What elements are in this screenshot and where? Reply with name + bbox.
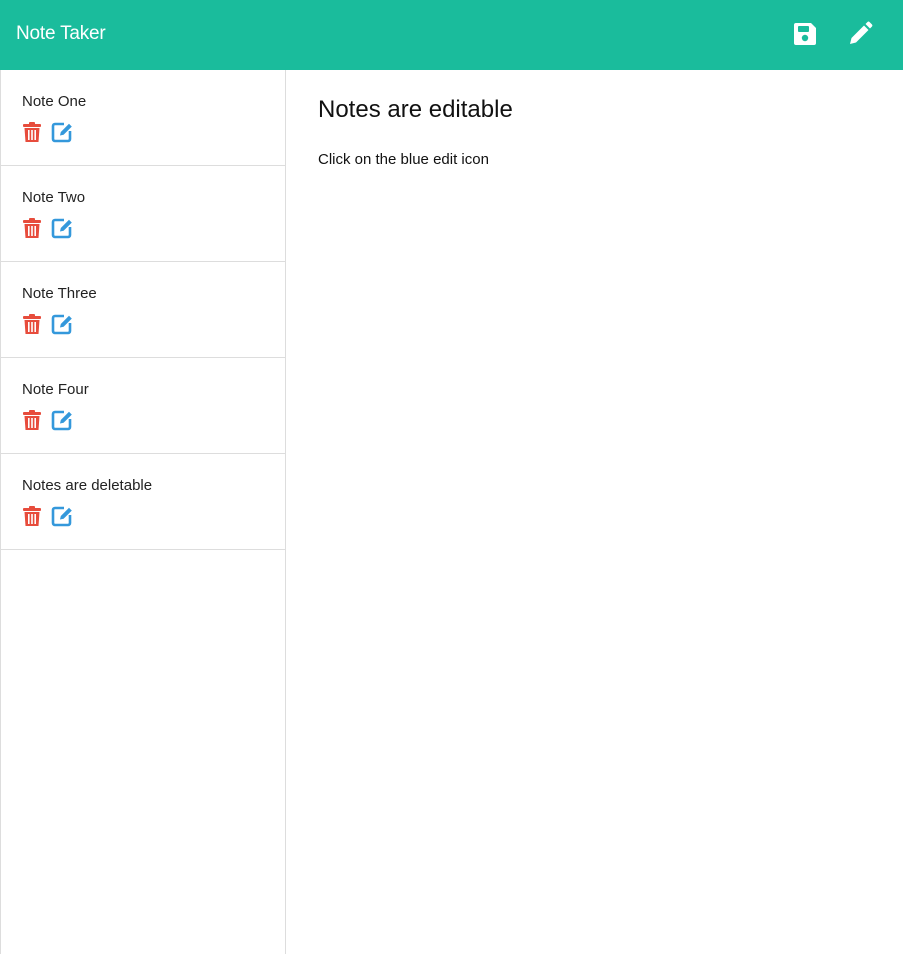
- edit-icon: [51, 314, 72, 335]
- delete-note-button[interactable]: [21, 217, 43, 239]
- note-list-item[interactable]: Note One: [1, 70, 285, 166]
- note-title[interactable]: Note Four: [22, 381, 89, 398]
- note-text-field[interactable]: Click on the blue edit icon: [318, 151, 489, 168]
- edit-icon: [51, 410, 72, 431]
- trash-icon: [23, 218, 41, 238]
- delete-note-button[interactable]: [21, 409, 43, 431]
- note-title[interactable]: Note Two: [22, 189, 85, 206]
- edit-icon: [51, 122, 72, 143]
- trash-icon: [23, 122, 41, 142]
- save-note-button[interactable]: [792, 21, 818, 47]
- note-editor: Notes are editable Click on the blue edi…: [286, 70, 903, 954]
- note-title[interactable]: Notes are deletable: [22, 477, 152, 494]
- delete-note-button[interactable]: [21, 121, 43, 143]
- note-list-item[interactable]: Note Four: [1, 358, 285, 454]
- note-title-field[interactable]: Notes are editable: [318, 96, 513, 124]
- note-list-item[interactable]: Notes are deletable: [1, 454, 285, 550]
- app-title[interactable]: Note Taker: [16, 23, 106, 45]
- pencil-icon: [850, 21, 873, 44]
- trash-icon: [23, 314, 41, 334]
- sidebar: Note One Note Two Note Three Note Four N…: [0, 70, 286, 954]
- edit-icon: [51, 218, 72, 239]
- note-list-item[interactable]: Note Three: [1, 262, 285, 358]
- note-list-item[interactable]: Note Two: [1, 166, 285, 262]
- new-note-button[interactable]: [847, 21, 873, 47]
- trash-icon: [23, 410, 41, 430]
- edit-note-button[interactable]: [51, 409, 73, 431]
- navbar: Note Taker: [0, 0, 903, 70]
- edit-icon: [51, 506, 72, 527]
- note-title[interactable]: Note One: [22, 93, 86, 110]
- edit-note-button[interactable]: [51, 313, 73, 335]
- delete-note-button[interactable]: [21, 313, 43, 335]
- note-title[interactable]: Note Three: [22, 285, 97, 302]
- trash-icon: [23, 506, 41, 526]
- edit-note-button[interactable]: [51, 505, 73, 527]
- floppy-disk-icon: [794, 23, 816, 45]
- edit-note-button[interactable]: [51, 217, 73, 239]
- note-list: Note One Note Two Note Three Note Four N…: [1, 70, 285, 550]
- edit-note-button[interactable]: [51, 121, 73, 143]
- delete-note-button[interactable]: [21, 505, 43, 527]
